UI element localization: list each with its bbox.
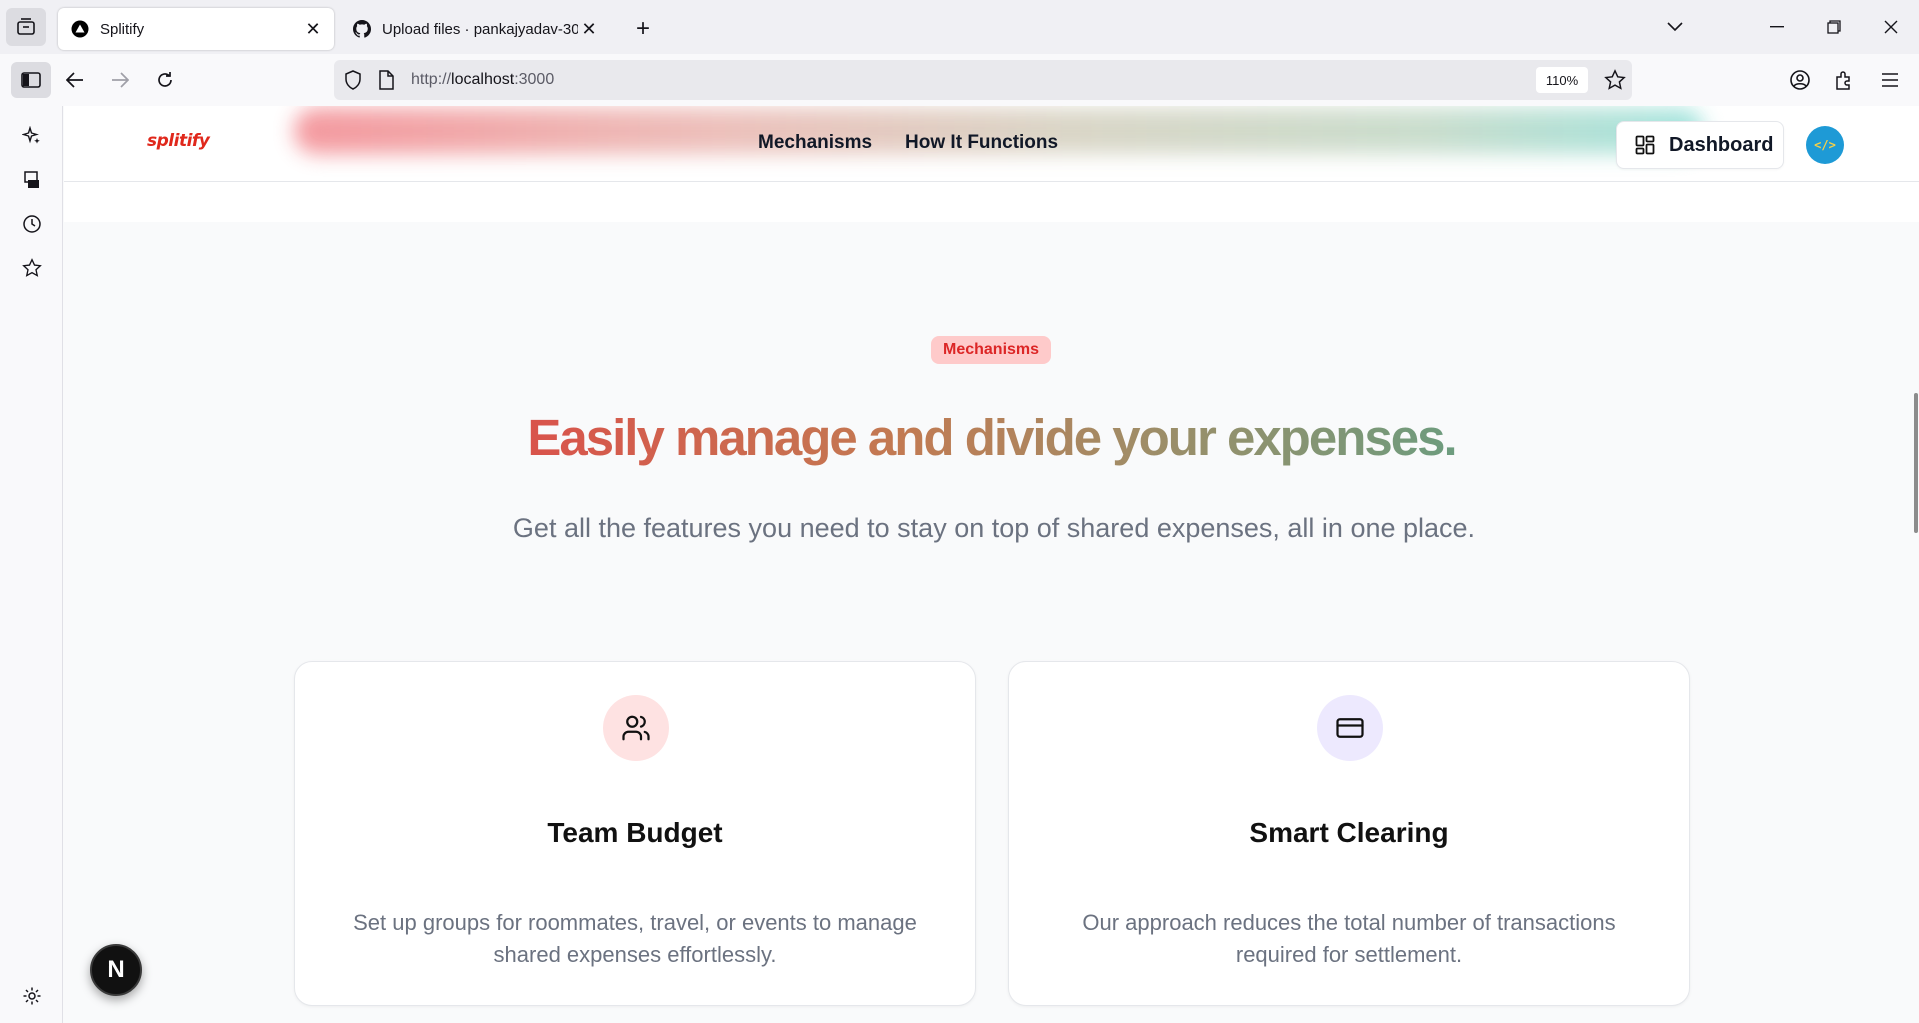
site-header: splitify Mechanisms How It Functions Das… bbox=[64, 106, 1919, 182]
nav-link-how-it-functions[interactable]: How It Functions bbox=[905, 132, 1058, 154]
credit-card-icon bbox=[1317, 695, 1383, 761]
github-icon bbox=[352, 19, 372, 39]
browser-tab-bar: Splitify ✕ Upload files · pankajyadav-30… bbox=[0, 0, 1919, 54]
menu-icon[interactable] bbox=[1872, 62, 1908, 98]
feature-card-smart-clearing: Smart Clearing Our approach reduces the … bbox=[1008, 661, 1690, 1006]
synced-tabs-icon[interactable] bbox=[18, 166, 46, 194]
extensions-icon[interactable] bbox=[1826, 62, 1862, 98]
bookmark-star-icon[interactable] bbox=[1604, 69, 1626, 96]
card-title: Smart Clearing bbox=[1249, 817, 1449, 848]
zoom-level[interactable]: 110% bbox=[1536, 67, 1588, 93]
account-icon[interactable] bbox=[1782, 62, 1818, 98]
users-icon bbox=[603, 695, 669, 761]
browser-nav-bar: http://localhost:3000 110% bbox=[0, 54, 1919, 106]
browser-sidebar bbox=[0, 106, 63, 1023]
history-icon[interactable] bbox=[18, 210, 46, 238]
section-pill: Mechanisms bbox=[931, 336, 1052, 364]
tab-title: Upload files · pankajyadav-30/Sp bbox=[382, 20, 578, 38]
tab-github-upload[interactable]: Upload files · pankajyadav-30/Sp ✕ bbox=[340, 8, 610, 50]
nav-link-mechanisms[interactable]: Mechanisms bbox=[758, 132, 872, 154]
url-text: http://localhost:3000 bbox=[411, 71, 555, 88]
ai-sparkle-icon[interactable] bbox=[18, 122, 46, 150]
user-avatar[interactable]: </> bbox=[1806, 126, 1844, 164]
site-nav: Mechanisms How It Functions bbox=[758, 132, 1058, 154]
dashboard-button[interactable]: Dashboard bbox=[1616, 121, 1784, 169]
page-viewport: splitify Mechanisms How It Functions Das… bbox=[64, 106, 1919, 1023]
layout-grid-icon bbox=[1635, 135, 1655, 155]
sidebar-toggle-icon[interactable] bbox=[11, 62, 51, 98]
tab-splitify[interactable]: Splitify ✕ bbox=[58, 8, 334, 50]
close-tab-icon[interactable]: ✕ bbox=[302, 18, 324, 40]
reload-icon[interactable] bbox=[147, 62, 183, 98]
section-subtitle: Get all the features you need to stay on… bbox=[512, 513, 1476, 543]
splitify-logo[interactable]: splitify bbox=[147, 131, 210, 151]
header-spacer bbox=[64, 182, 1919, 222]
dashboard-label: Dashboard bbox=[1669, 133, 1774, 156]
close-tab-icon[interactable]: ✕ bbox=[578, 18, 600, 40]
bookmarks-icon[interactable] bbox=[18, 254, 46, 282]
nextjs-dev-badge[interactable]: N bbox=[90, 944, 142, 996]
nextjs-triangle-icon bbox=[70, 19, 90, 39]
restore-icon[interactable] bbox=[1819, 12, 1849, 42]
card-description: Our approach reduces the total number of… bbox=[1082, 910, 1616, 967]
card-title: Team Budget bbox=[547, 817, 723, 848]
page-scrollbar[interactable] bbox=[1914, 393, 1918, 533]
tab-title: Splitify bbox=[100, 20, 145, 38]
section-headline: Easily manage and divide your expenses. bbox=[527, 409, 1457, 466]
minimize-icon[interactable] bbox=[1762, 12, 1792, 42]
forward-icon[interactable] bbox=[102, 62, 138, 98]
close-window-icon[interactable] bbox=[1876, 12, 1906, 42]
settings-gear-icon[interactable] bbox=[18, 982, 46, 1010]
feature-card-team-budget: Team Budget Set up groups for roommates,… bbox=[294, 661, 976, 1006]
card-description: Set up groups for roommates, travel, or … bbox=[353, 910, 917, 967]
back-icon[interactable] bbox=[57, 62, 93, 98]
list-all-tabs-icon[interactable] bbox=[1660, 12, 1690, 42]
tab-list-icon[interactable] bbox=[6, 8, 46, 46]
address-bar[interactable]: http://localhost:3000 110% bbox=[334, 60, 1632, 100]
new-tab-icon[interactable]: + bbox=[628, 14, 658, 44]
shield-icon[interactable] bbox=[344, 70, 362, 95]
page-info-icon[interactable] bbox=[378, 70, 394, 95]
